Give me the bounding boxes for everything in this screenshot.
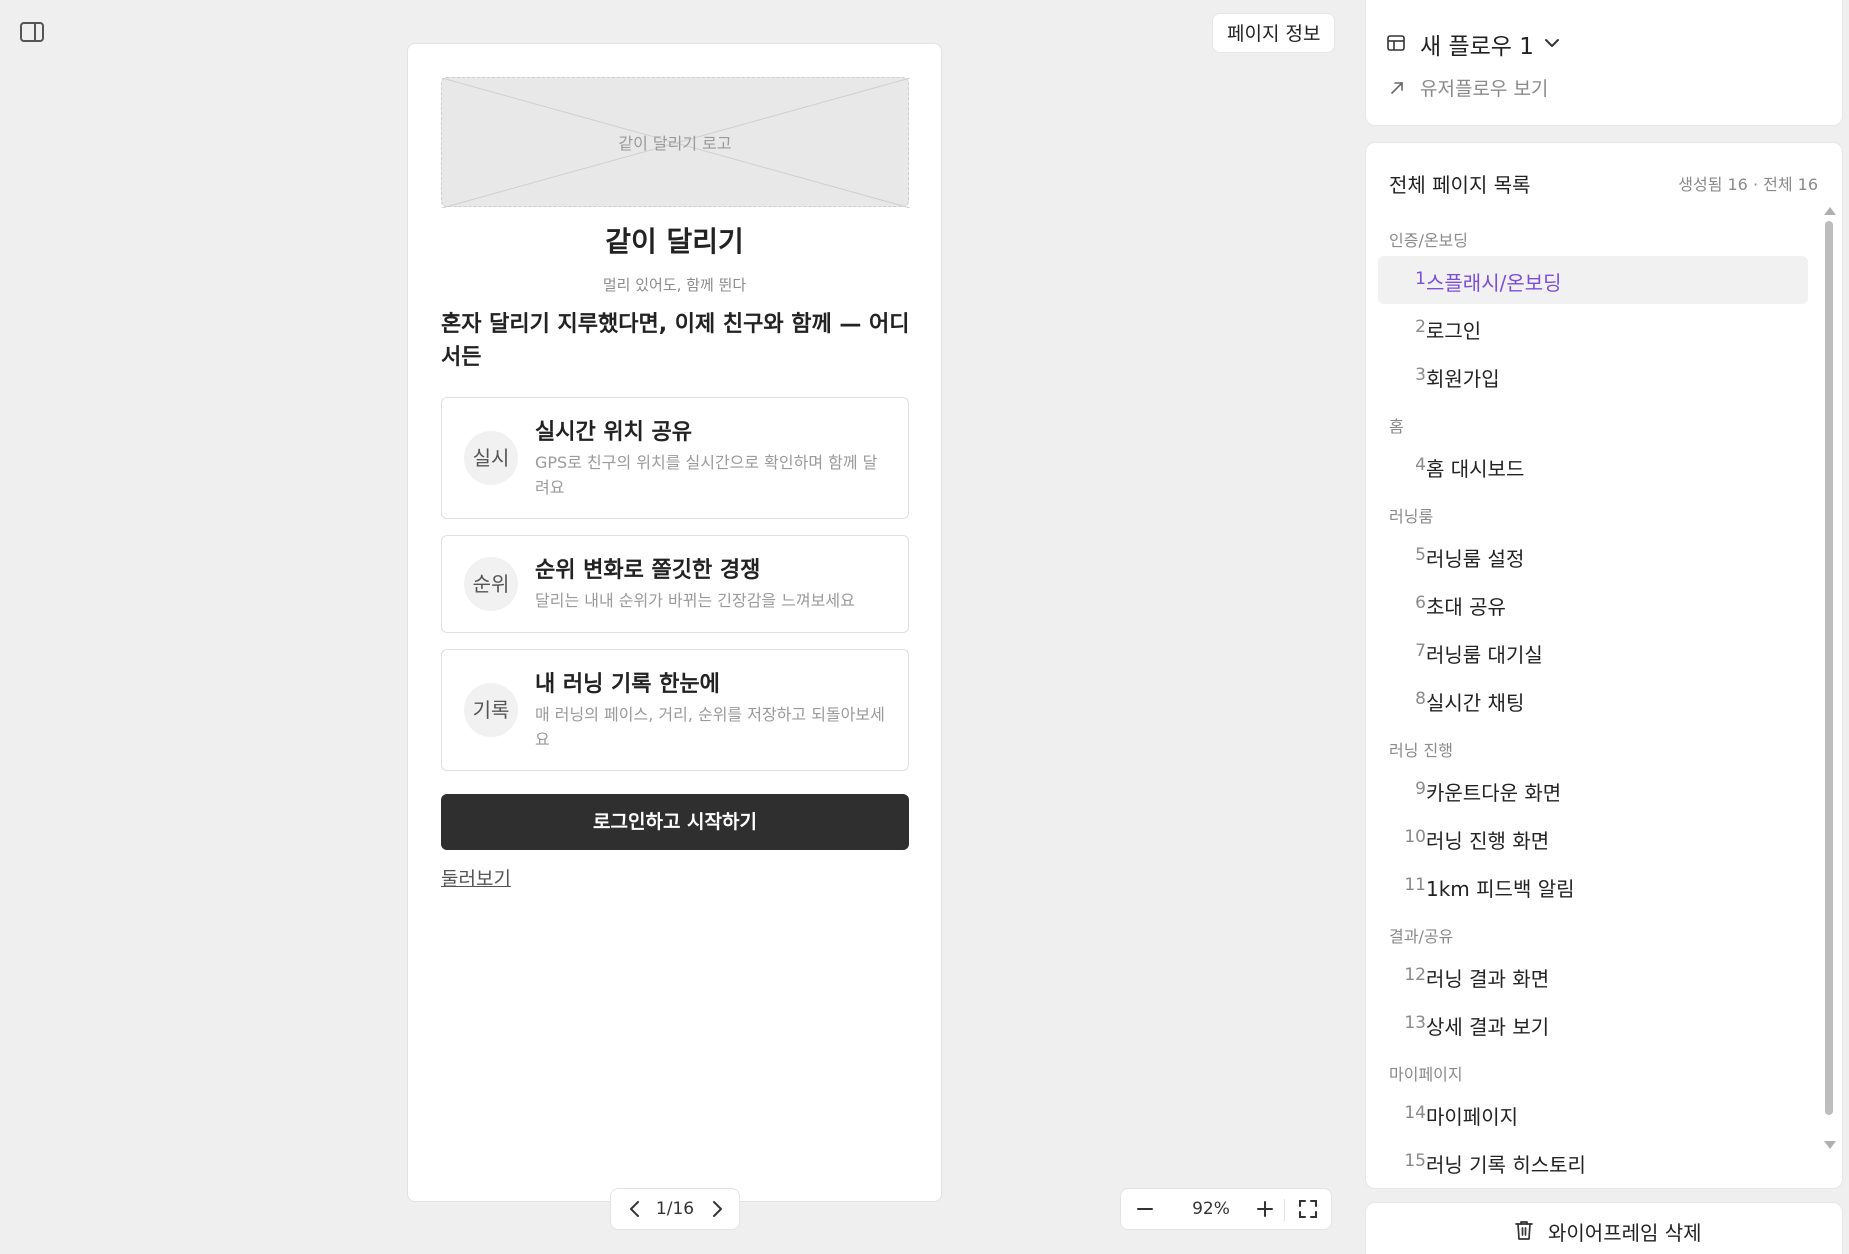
page-item[interactable]: 4 홈 대시보드	[1378, 442, 1808, 490]
page-item[interactable]: 5 러닝룸 설정	[1378, 532, 1808, 580]
feature-desc: GPS로 친구의 위치를 실시간으로 확인하며 함께 달려요	[535, 453, 878, 497]
trash-icon	[1514, 1219, 1534, 1241]
page-item[interactable]: 10 러닝 진행 화면	[1378, 814, 1808, 862]
page-item[interactable]: 15 러닝 기록 히스토리	[1378, 1138, 1808, 1186]
group-label: 결과/공유	[1389, 927, 1454, 946]
feature-badge: 기록	[464, 683, 518, 737]
page-number: 14	[1404, 1103, 1426, 1123]
page-item[interactable]: 12 러닝 결과 화면	[1378, 952, 1808, 1000]
page-number: 15	[1404, 1151, 1426, 1171]
group-label: 인증/온보딩	[1389, 231, 1468, 250]
feature-title: 순위 변화로 쫄깃한 경쟁	[535, 558, 761, 583]
page-list-scrollbar[interactable]	[1823, 207, 1836, 1183]
feature-badge: 실시	[464, 431, 518, 485]
page-item[interactable]: 9 카운트다운 화면	[1378, 766, 1808, 814]
page-item[interactable]: 14 마이페이지	[1378, 1090, 1808, 1138]
page-name: 실시간 채팅	[1426, 691, 1525, 715]
page-number: 3	[1415, 365, 1426, 385]
divider	[1284, 1199, 1285, 1221]
page-pager: 1/16	[610, 1188, 740, 1230]
logo-placeholder-label: 같이 달리기 로고	[618, 134, 732, 153]
page-list-panel: 전체 페이지 목록 생성됨 16 · 전체 16 인증/온보딩 1 스플래시/온…	[1365, 142, 1843, 1189]
page-list-heading: 전체 페이지 목록	[1389, 173, 1531, 197]
delete-wireframe-label: 와이어프레임 삭제	[1548, 1221, 1702, 1245]
logo-placeholder: 같이 달리기 로고	[441, 77, 910, 208]
page-number: 5	[1415, 545, 1426, 565]
page-number: 2	[1415, 317, 1426, 337]
feature-desc: 달리는 내내 순위가 바뀌는 긴장감을 느껴보세요	[535, 591, 855, 610]
page-number: 8	[1415, 689, 1426, 709]
userflow-link[interactable]: 유저플로우 보기	[1420, 74, 1548, 101]
page-name: 러닝 결과 화면	[1426, 967, 1550, 991]
page-number: 13	[1404, 1013, 1426, 1033]
page-item[interactable]: 3 회원가입	[1378, 352, 1808, 400]
page-number: 6	[1415, 593, 1426, 613]
feature-card-location: 실시 실시간 위치 공유 GPS로 친구의 위치를 실시간으로 확인하며 함께 …	[441, 397, 909, 519]
scrollbar-thumb[interactable]	[1825, 221, 1833, 1115]
page-item[interactable]: 11 1km 피드백 알림	[1378, 862, 1808, 910]
group-label: 홈	[1389, 417, 1404, 436]
flow-title[interactable]: 새 플로우 1	[1420, 27, 1534, 61]
login-start-button[interactable]: 로그인하고 시작하기	[441, 794, 909, 850]
page-name: 러닝룸 대기실	[1426, 643, 1543, 667]
page-item[interactable]: 8 실시간 채팅	[1378, 676, 1808, 724]
page-number: 10	[1404, 827, 1426, 847]
page-name: 러닝 기록 히스토리	[1426, 1153, 1586, 1177]
page-info-button[interactable]: 페이지 정보	[1212, 13, 1336, 53]
page-item[interactable]: 7 러닝룸 대기실	[1378, 628, 1808, 676]
group-label: 마이페이지	[1389, 1065, 1463, 1084]
app-title: 같이 달리기	[605, 225, 744, 258]
feature-desc: 매 러닝의 페이스, 거리, 순위를 저장하고 되돌아보세요	[535, 705, 885, 749]
page-name: 홈 대시보드	[1426, 457, 1525, 481]
zoom-in-icon[interactable]	[1255, 1199, 1275, 1219]
fullscreen-icon[interactable]	[1298, 1199, 1318, 1219]
sidebar-toggle-icon[interactable]	[20, 22, 44, 42]
layout-icon	[1386, 33, 1406, 53]
group-label: 러닝룸	[1389, 507, 1434, 526]
page-number: 12	[1404, 965, 1426, 985]
chevron-right-icon[interactable]	[709, 1200, 725, 1218]
feature-title: 실시간 위치 공유	[535, 420, 692, 445]
page-item[interactable]: 1 스플래시/온보딩	[1378, 256, 1808, 304]
page-list-stats: 생성됨 16 · 전체 16	[1678, 175, 1818, 194]
feature-card-ranking: 순위 순위 변화로 쫄깃한 경쟁 달리는 내내 순위가 바뀌는 긴장감을 느껴보…	[441, 535, 909, 633]
app-headline: 혼자 달리기 지루했다면, 이제 친구와 함께 — 어디서든	[441, 312, 910, 370]
page-number: 1	[1415, 269, 1426, 289]
feature-title: 내 러닝 기록 한눈에	[535, 672, 720, 697]
page-name: 마이페이지	[1426, 1105, 1518, 1129]
scroll-up-icon[interactable]	[1824, 207, 1836, 215]
zoom-controls: 92%	[1120, 1188, 1332, 1230]
page-name: 로그인	[1426, 319, 1482, 343]
page-name: 카운트다운 화면	[1426, 781, 1562, 805]
delete-wireframe-button[interactable]: 와이어프레임 삭제	[1365, 1202, 1843, 1254]
browse-link[interactable]: 둘러보기	[441, 864, 511, 891]
chevron-down-icon[interactable]	[1542, 33, 1562, 53]
group-label: 러닝 진행	[1389, 741, 1453, 760]
page-name: 1km 피드백 알림	[1426, 877, 1575, 901]
feature-card-records: 기록 내 러닝 기록 한눈에 매 러닝의 페이스, 거리, 순위를 저장하고 되…	[441, 649, 909, 771]
app-tagline: 멀리 있어도, 함께 뛴다	[602, 276, 747, 294]
zoom-out-icon[interactable]	[1135, 1199, 1155, 1219]
zoom-level: 92%	[1192, 1199, 1230, 1219]
page-item[interactable]: 2 로그인	[1378, 304, 1808, 352]
page-number: 11	[1404, 875, 1426, 895]
page-name: 스플래시/온보딩	[1426, 271, 1562, 295]
page-name: 초대 공유	[1426, 595, 1506, 619]
page-item[interactable]: 13 상세 결과 보기	[1378, 1000, 1808, 1048]
wireframe-canvas: 같이 달리기 로고 같이 달리기 멀리 있어도, 함께 뛴다 혼자 달리기 지루…	[407, 43, 942, 1202]
arrow-up-right-icon	[1390, 80, 1404, 94]
page-number: 7	[1415, 641, 1426, 661]
page-name: 회원가입	[1426, 367, 1500, 391]
page-number: 9	[1415, 779, 1426, 799]
page-name: 상세 결과 보기	[1426, 1015, 1550, 1039]
page-number: 4	[1415, 455, 1426, 475]
scroll-down-icon[interactable]	[1824, 1141, 1836, 1149]
page-name: 러닝룸 설정	[1426, 547, 1525, 571]
page-item[interactable]: 6 초대 공유	[1378, 580, 1808, 628]
flow-card: 새 플로우 1 유저플로우 보기	[1365, 0, 1843, 126]
page-name: 러닝 진행 화면	[1426, 829, 1550, 853]
feature-badge: 순위	[464, 557, 518, 611]
